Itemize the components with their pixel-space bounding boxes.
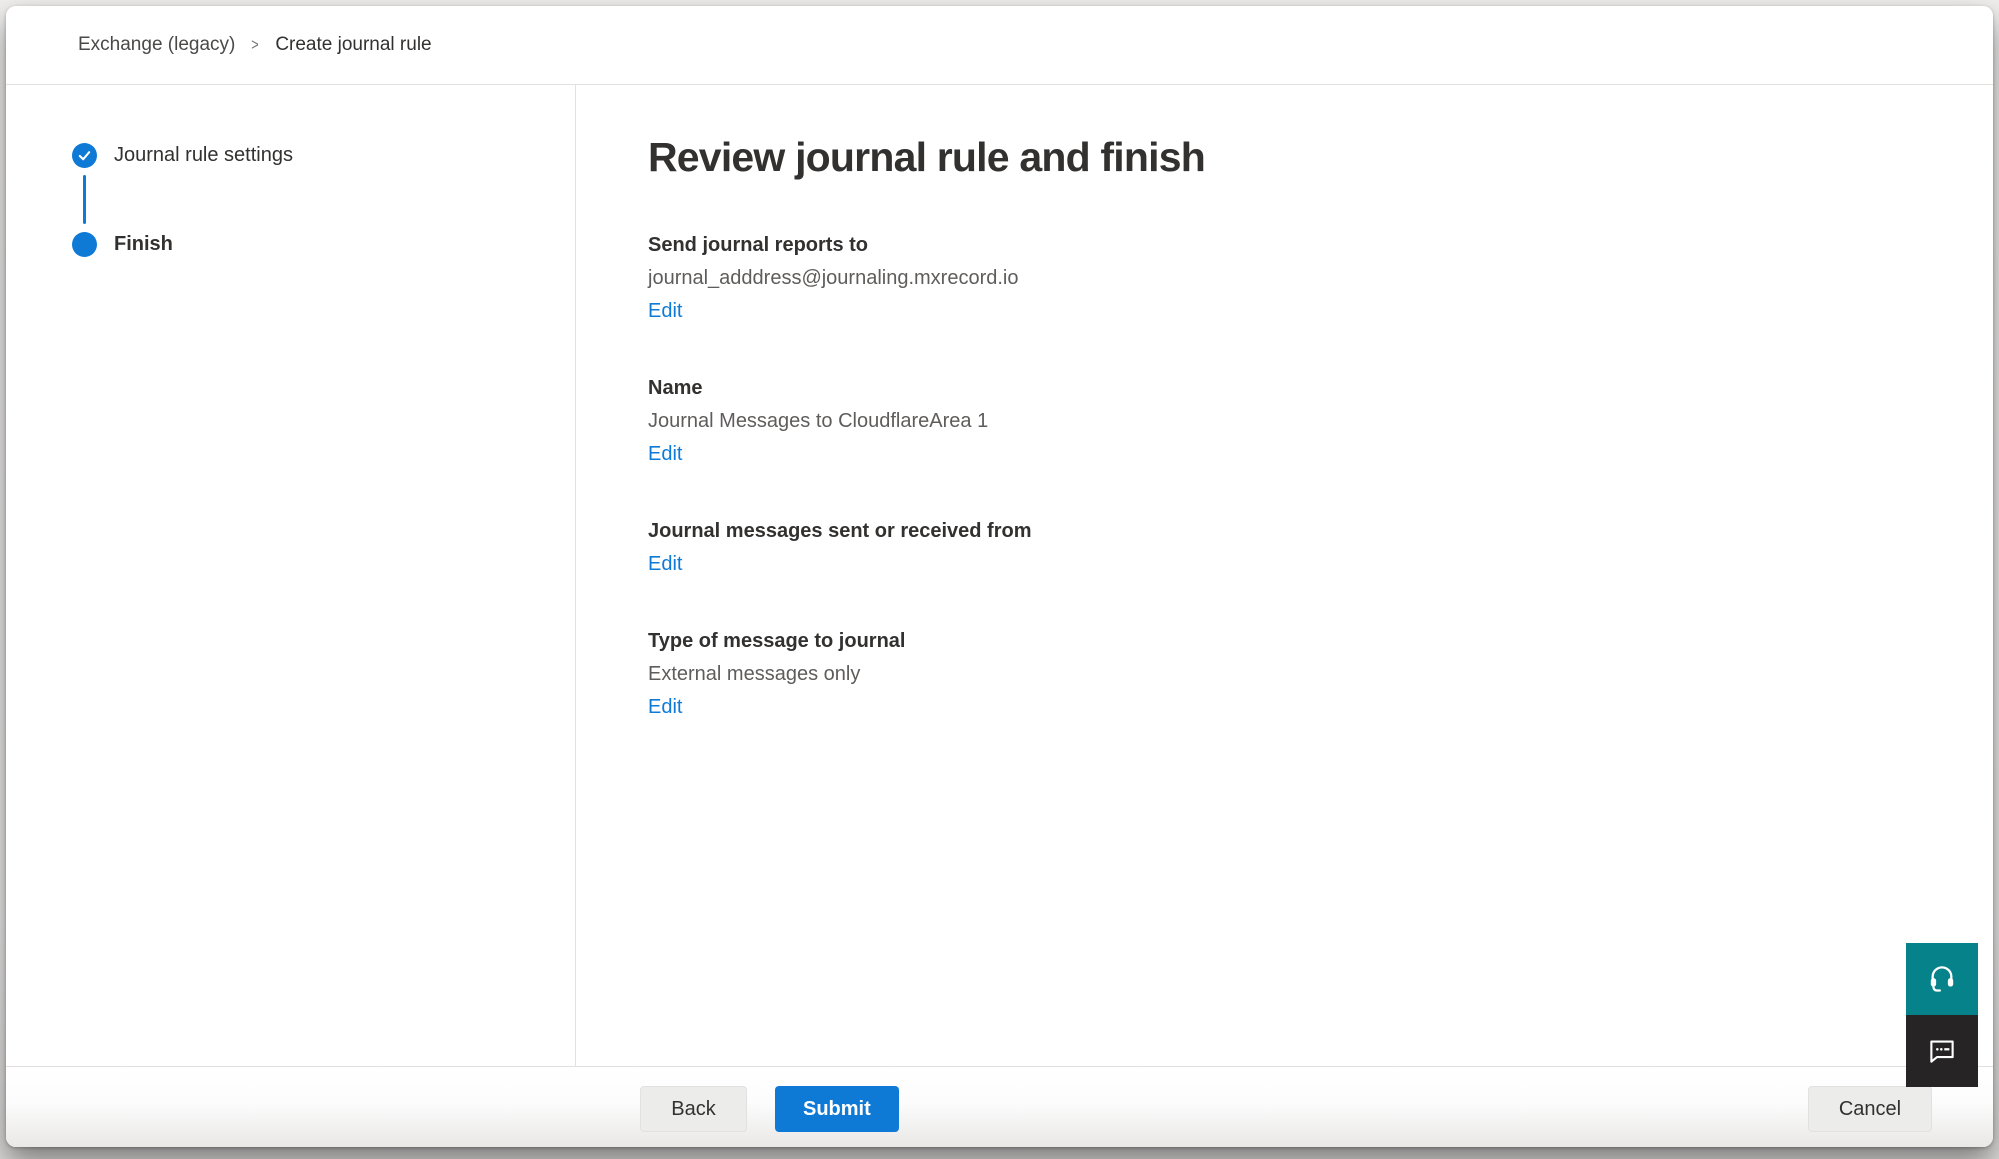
breadcrumb-create-journal-rule: Create journal rule [275, 34, 431, 56]
step-label: Journal rule settings [114, 144, 293, 167]
section-name: Name Journal Messages to CloudflareArea … [648, 372, 1953, 471]
section-label: Name [648, 372, 1953, 405]
section-send-journal-reports-to: Send journal reports to journal_adddress… [648, 229, 1953, 328]
submit-button[interactable]: Submit [775, 1086, 899, 1132]
step-connector-line [83, 175, 86, 224]
section-label: Type of message to journal [648, 625, 1953, 658]
step-current-dot-icon [72, 232, 97, 257]
edit-scope-link[interactable]: Edit [648, 548, 682, 581]
cancel-button[interactable]: Cancel [1808, 1086, 1932, 1132]
rule-name-value: Journal Messages to CloudflareArea 1 [648, 405, 1953, 438]
step-label: Finish [114, 233, 173, 256]
wizard-steps-panel: Journal rule settings Finish [6, 85, 576, 1066]
top-bar: Exchange (legacy) > Create journal rule [6, 6, 1993, 85]
message-type-value: External messages only [648, 658, 1953, 691]
section-journal-messages-sent-or-received: Journal messages sent or received from E… [648, 515, 1953, 581]
chevron-right-icon: > [252, 35, 259, 55]
section-label: Send journal reports to [648, 229, 1953, 262]
app-body: Journal rule settings Finish Review jour… [6, 85, 1993, 1066]
step-finish[interactable]: Finish [72, 231, 575, 257]
step-completed-check-icon [72, 143, 97, 168]
edit-name-link[interactable]: Edit [648, 438, 682, 471]
step-journal-rule-settings[interactable]: Journal rule settings [72, 142, 575, 168]
feedback-button[interactable] [1906, 1015, 1978, 1087]
section-type-of-message: Type of message to journal External mess… [648, 625, 1953, 724]
journal-address-value: journal_adddress@journaling.mxrecord.io [648, 262, 1953, 295]
section-label: Journal messages sent or received from [648, 515, 1953, 548]
edit-message-type-link[interactable]: Edit [648, 691, 682, 724]
breadcrumb: Exchange (legacy) > Create journal rule [78, 34, 432, 56]
edit-send-journal-reports-link[interactable]: Edit [648, 295, 682, 328]
back-button[interactable]: Back [640, 1086, 747, 1132]
footer-action-bar: Back Submit Cancel [6, 1066, 1993, 1147]
app-window: Exchange (legacy) > Create journal rule … [6, 6, 1993, 1147]
feedback-icon [1925, 1033, 1959, 1070]
headset-icon [1926, 962, 1958, 997]
review-content: Review journal rule and finish Send jour… [576, 85, 1993, 1066]
page-title: Review journal rule and finish [648, 134, 1953, 181]
help-button[interactable] [1906, 943, 1978, 1015]
side-button-stack [1906, 943, 1978, 1087]
breadcrumb-exchange-legacy[interactable]: Exchange (legacy) [78, 34, 235, 56]
